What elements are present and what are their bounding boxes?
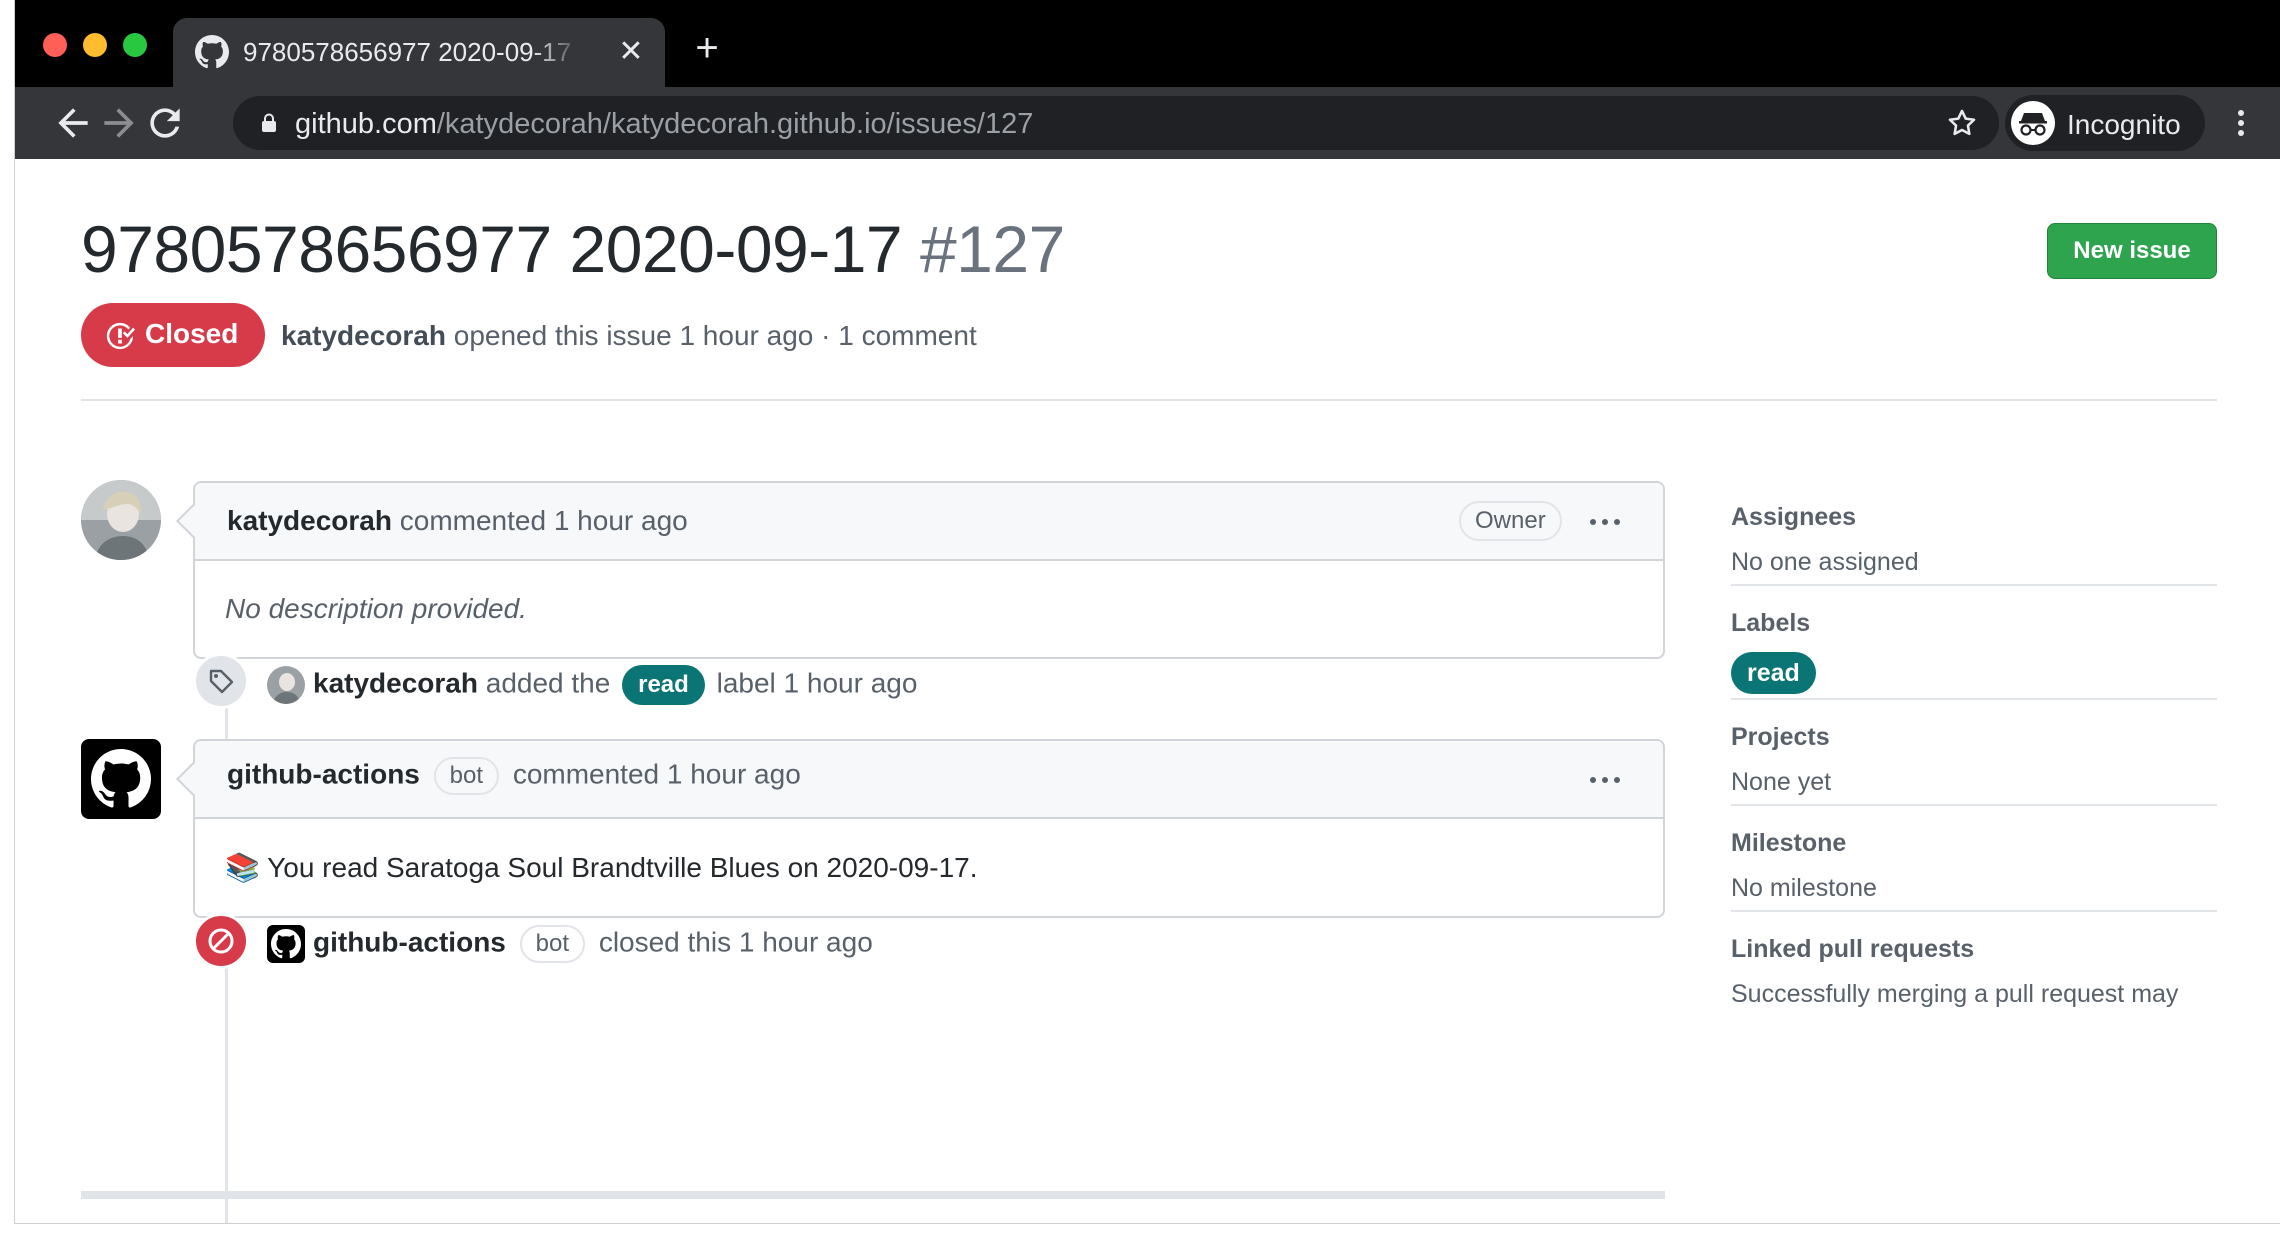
sidebar-divider <box>1731 804 2217 806</box>
incognito-label: Incognito <box>2067 109 2181 140</box>
back-arrow-icon[interactable] <box>51 101 95 145</box>
bot-badge: bot <box>433 757 500 795</box>
forward-arrow-icon[interactable] <box>97 101 141 145</box>
sidebar-title[interactable]: Projects <box>1731 723 2217 752</box>
comment-author-link[interactable]: github-actions <box>227 758 420 789</box>
issue-state-label: Closed <box>145 318 239 349</box>
comment-header-text: katydecorah commented 1 hour ago <box>227 505 688 537</box>
issue-closed-icon <box>106 322 135 350</box>
avatar[interactable] <box>267 666 305 704</box>
issue-meta-text: opened this issue 1 hour ago · 1 comment <box>453 320 977 351</box>
url-host: github.com <box>295 108 437 140</box>
comment-header-text: github-actions bot commented 1 hour ago <box>227 757 801 795</box>
comment-card: katydecorah commented 1 hour ago Owner N… <box>176 481 1665 659</box>
github-actions-avatar[interactable] <box>267 925 305 963</box>
sidebar-divider <box>1731 910 2217 912</box>
comment-arrow <box>176 762 210 796</box>
github-actions-avatar[interactable] <box>81 739 161 819</box>
comment-timestamp[interactable]: commented 1 hour ago <box>400 505 688 536</box>
issue-page: 9780578656977 2020-09-17 #127 New issue … <box>15 159 2280 1223</box>
sidebar-milestone[interactable]: Milestone No milestone <box>1731 829 2217 903</box>
owner-badge: Owner <box>1459 501 1562 541</box>
browser-tab-active[interactable]: 9780578656977 2020-09-17 · katydecorah ✕ <box>173 18 665 87</box>
circle-slash-icon <box>193 913 249 969</box>
sidebar-linked-prs[interactable]: Linked pull requests Successfully mergin… <box>1731 935 2217 1009</box>
event-actor-link[interactable]: katydecorah <box>313 667 478 698</box>
tab-bar: 9780578656977 2020-09-17 · katydecorah ✕… <box>15 0 2280 87</box>
minimize-window-button[interactable] <box>83 33 107 57</box>
issue-number: #127 <box>919 212 1065 286</box>
label-event-text: katydecorah added the read label 1 hour … <box>267 665 917 705</box>
url-path: /katydecorah/katydecorah.github.io/issue… <box>436 108 1034 140</box>
event-action-after: label 1 hour ago <box>716 667 918 699</box>
sidebar-divider <box>1731 584 2217 586</box>
comment-header: katydecorah commented 1 hour ago Owner <box>176 483 1663 561</box>
sidebar-labels[interactable]: Labels read <box>1731 609 2217 694</box>
sidebar-assignees[interactable]: Assignees No one assigned <box>1731 503 2217 577</box>
address-bar[interactable]: github.com/katydecorah/katydecorah.githu… <box>233 96 1999 150</box>
close-event-text: github-actions bot closed this 1 hour ag… <box>267 925 873 963</box>
label-read[interactable]: read <box>1731 652 1816 694</box>
sidebar-divider <box>1731 698 2217 700</box>
comment-card: github-actions bot commented 1 hour ago … <box>176 739 1665 918</box>
sidebar-title[interactable]: Milestone <box>1731 829 2217 858</box>
incognito-profile-button[interactable]: Incognito <box>2005 95 2205 151</box>
comment-body: 📚 You read Saratoga Soul Brandtville Blu… <box>195 819 1663 916</box>
header-divider <box>81 399 2217 401</box>
new-issue-button[interactable]: New issue <box>2047 223 2217 279</box>
browser-toolbar: github.com/katydecorah/katydecorah.githu… <box>15 87 2280 159</box>
close-window-button[interactable] <box>43 33 67 57</box>
comment-arrow <box>176 504 210 538</box>
browser-window: 9780578656977 2020-09-17 · katydecorah ✕… <box>14 0 2280 1224</box>
plus-icon[interactable]: + <box>687 28 727 68</box>
sidebar-projects[interactable]: Projects None yet <box>1731 723 2217 797</box>
comment-body-text: You read Saratoga Soul Brandtville Blues… <box>267 852 978 883</box>
sidebar-title[interactable]: Assignees <box>1731 503 2217 532</box>
comment-body: No description provided. <box>225 593 527 624</box>
comment-timestamp[interactable]: commented 1 hour ago <box>513 758 801 789</box>
event-action-before: added the <box>485 667 611 699</box>
label-read[interactable]: read <box>622 665 705 705</box>
url-text: github.com/katydecorah/katydecorah.githu… <box>295 108 1033 141</box>
sidebar-value: No one assigned <box>1731 548 1919 576</box>
issue-meta: katydecorah opened this issue 1 hour ago… <box>281 320 977 352</box>
sidebar-value: None yet <box>1731 768 1832 796</box>
reload-icon[interactable] <box>143 101 187 145</box>
sidebar-value: No milestone <box>1731 874 1877 902</box>
tag-icon <box>193 653 249 709</box>
issue-title-text: 9780578656977 2020-09-17 <box>81 212 903 286</box>
timeline-end-rule <box>81 1191 1665 1199</box>
tab-title: 9780578656977 2020-09-17 · katydecorah <box>243 37 583 67</box>
issue-author-link[interactable]: katydecorah <box>281 320 446 351</box>
event-actor-link[interactable]: github-actions <box>313 926 506 957</box>
bookmark-star-icon[interactable] <box>1945 106 1979 140</box>
sidebar-title[interactable]: Labels <box>1731 609 2217 638</box>
sidebar-title[interactable]: Linked pull requests <box>1731 935 2217 964</box>
kebab-menu-icon[interactable] <box>2229 101 2253 145</box>
bot-badge: bot <box>519 925 586 963</box>
books-icon: 📚 <box>225 852 260 883</box>
sidebar-value: Successfully merging a pull request may <box>1731 980 2179 1008</box>
event-action: closed this 1 hour ago <box>598 926 873 958</box>
close-icon[interactable]: ✕ <box>613 34 649 70</box>
incognito-icon <box>2011 101 2055 145</box>
lock-icon <box>262 113 276 132</box>
github-icon <box>195 35 229 69</box>
maximize-window-button[interactable] <box>123 33 147 57</box>
avatar[interactable] <box>81 480 161 560</box>
more-options-icon[interactable] <box>1587 507 1623 537</box>
comment-header: github-actions bot commented 1 hour ago <box>176 741 1663 819</box>
issue-state-badge: Closed <box>81 303 265 367</box>
more-options-icon[interactable] <box>1587 765 1623 795</box>
comment-author-link[interactable]: katydecorah <box>227 505 392 536</box>
issue-title: 9780578656977 2020-09-17 #127 <box>81 211 1065 287</box>
